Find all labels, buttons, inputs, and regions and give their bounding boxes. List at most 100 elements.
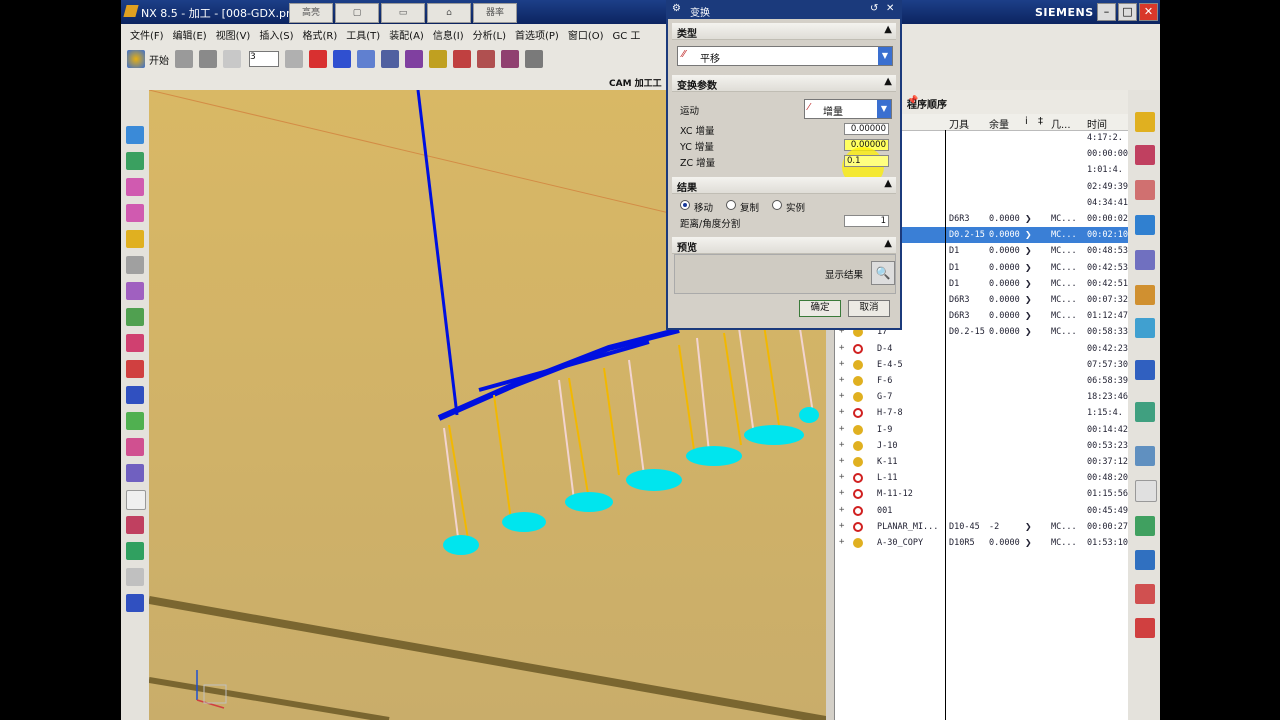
table-row[interactable]: +001 00:45:49 (835, 503, 1129, 519)
open-icon[interactable] (175, 50, 193, 68)
machine-nav-icon[interactable] (1135, 250, 1155, 270)
dialog-close-icon[interactable]: ✕ (886, 3, 894, 14)
filter-icon[interactable] (501, 50, 519, 68)
expand-icon[interactable]: + (839, 391, 844, 401)
dialog-gear-icon[interactable]: ⚙ (672, 3, 681, 14)
table-row[interactable]: + J-10 00:53:23 (835, 438, 1129, 454)
zc-input[interactable]: 0.1 (844, 155, 889, 167)
col-stock[interactable]: 余量 (989, 116, 1009, 131)
chevron-down-icon[interactable]: ▼ (878, 47, 892, 65)
menu-preferences[interactable]: 首选项(P) (515, 27, 559, 42)
tab-select-icon[interactable]: ▢ (335, 3, 379, 23)
result-section-header[interactable]: 结果 ▲ (672, 177, 896, 194)
menu-assembly[interactable]: 装配(A) (389, 27, 424, 42)
distance-input[interactable]: 1 (844, 215, 889, 227)
table-row[interactable]: + F-6 06:58:39 (835, 373, 1129, 389)
menu-analysis[interactable]: 分析(L) (473, 27, 506, 42)
create-geometry-icon[interactable] (126, 178, 144, 196)
collapse-icon[interactable]: ▲ (884, 178, 892, 189)
minimize-icon[interactable]: – (1097, 3, 1116, 21)
expand-icon[interactable]: + (839, 456, 844, 466)
undo-icon[interactable] (223, 50, 241, 68)
menu-gc[interactable]: GC 工 (613, 27, 641, 42)
col-tool[interactable]: 刀具 (949, 116, 969, 131)
menu-file[interactable]: 文件(F) (130, 27, 164, 42)
menu-format[interactable]: 格式(R) (303, 27, 338, 42)
expand-icon[interactable]: + (839, 521, 844, 531)
expand-icon[interactable]: + (839, 343, 844, 353)
generate-icon[interactable] (525, 50, 543, 68)
save-icon[interactable] (199, 50, 217, 68)
menu-window[interactable]: 窗口(O) (568, 27, 604, 42)
start-icon[interactable] (127, 50, 145, 68)
table-row[interactable]: + A-30_COPY D10R5 0.0000 ❯ MC... 01:53:10 (835, 535, 1129, 551)
expand-icon[interactable]: + (839, 407, 844, 417)
create-method-icon[interactable] (126, 204, 144, 222)
menu-insert[interactable]: 插入(S) (259, 27, 293, 42)
color-icon[interactable] (333, 50, 351, 68)
machine-icon[interactable] (126, 568, 144, 586)
paint-icon[interactable] (429, 50, 447, 68)
menu-tools[interactable]: 工具(T) (346, 27, 380, 42)
expand-icon[interactable]: + (839, 537, 844, 547)
expand-icon[interactable]: + (839, 472, 844, 482)
start-button[interactable]: 开始 (149, 52, 169, 67)
tab-highlight[interactable]: 高亮 (289, 3, 333, 23)
tab-rate[interactable]: 器率 (473, 3, 517, 23)
verify-icon[interactable] (126, 412, 144, 430)
expand-icon[interactable]: + (839, 488, 844, 498)
method-view-icon[interactable] (126, 334, 144, 352)
assembly-icon[interactable] (309, 50, 327, 68)
collapse-icon[interactable]: ▲ (884, 24, 892, 35)
expand-icon[interactable]: + (839, 424, 844, 434)
chevron-down-icon[interactable]: ▼ (877, 100, 891, 118)
table-row[interactable]: + PLANAR_MI... D10-45 -2 ❯ MC... 00:00:27 (835, 519, 1129, 535)
create-program-icon[interactable] (126, 126, 144, 144)
shop-doc-icon[interactable] (126, 490, 146, 510)
maximize-icon[interactable]: □ (1118, 3, 1137, 21)
table-row[interactable]: + K-11 00:37:12 (835, 454, 1129, 470)
create-tool-icon[interactable] (126, 152, 144, 170)
clock-icon[interactable] (1135, 446, 1155, 466)
operation-nav-icon[interactable] (1135, 215, 1155, 235)
info-icon[interactable] (357, 50, 375, 68)
menu-info[interactable]: 信息(I) (433, 27, 464, 42)
print-icon[interactable] (1135, 618, 1155, 638)
type-section-header[interactable]: 类型 ▲ (672, 23, 896, 40)
nc-icon[interactable] (126, 594, 144, 612)
shape-icon[interactable] (477, 50, 495, 68)
motion-select[interactable]: ⁄ 增量 ▼ (804, 99, 892, 119)
menu-edit[interactable]: 编辑(E) (173, 27, 207, 42)
generate-path-icon[interactable] (126, 360, 144, 378)
type-select[interactable]: ⁄⁄ 平移 ▼ (677, 46, 893, 66)
col-geometry[interactable]: 几... (1051, 116, 1071, 131)
assembly-nav-icon[interactable] (1135, 112, 1155, 132)
geometry-view-icon[interactable] (126, 308, 144, 326)
part-nav-icon[interactable] (1135, 180, 1155, 200)
expand-icon[interactable]: + (839, 375, 844, 385)
radio-instance[interactable] (772, 200, 782, 210)
layer-settings-icon[interactable] (285, 50, 303, 68)
preview-section-header[interactable]: 预览 ▲ (672, 237, 896, 254)
history-icon[interactable] (1135, 402, 1155, 422)
expand-icon[interactable]: + (839, 359, 844, 369)
list-icon[interactable] (1135, 480, 1157, 502)
table-row[interactable]: + E-4-5 07:57:30 (835, 357, 1129, 373)
layer-select[interactable]: 3 (249, 51, 279, 67)
simulate-icon[interactable] (126, 438, 144, 456)
create-operation-icon[interactable] (126, 230, 144, 248)
table-row[interactable]: + D-4 00:42:23 (835, 341, 1129, 357)
table-row[interactable]: + I-9 00:14:42 (835, 422, 1129, 438)
expand-icon[interactable]: + (839, 440, 844, 450)
table-row[interactable]: + G-7 18:23:46 (835, 389, 1129, 405)
radio-move[interactable] (680, 200, 690, 210)
dialog-reset-icon[interactable]: ↺ (870, 3, 878, 14)
col-flag[interactable]: ‡ (1038, 116, 1043, 127)
close-icon[interactable]: ✕ (1139, 3, 1158, 21)
tab-home-icon[interactable]: ⌂ (427, 3, 471, 23)
palette-icon[interactable] (1135, 318, 1155, 338)
postprocess-icon[interactable] (126, 464, 144, 482)
col-time[interactable]: 时间 (1087, 116, 1107, 131)
machine-view-icon[interactable] (126, 282, 144, 300)
tab-window-icon[interactable]: ▭ (381, 3, 425, 23)
